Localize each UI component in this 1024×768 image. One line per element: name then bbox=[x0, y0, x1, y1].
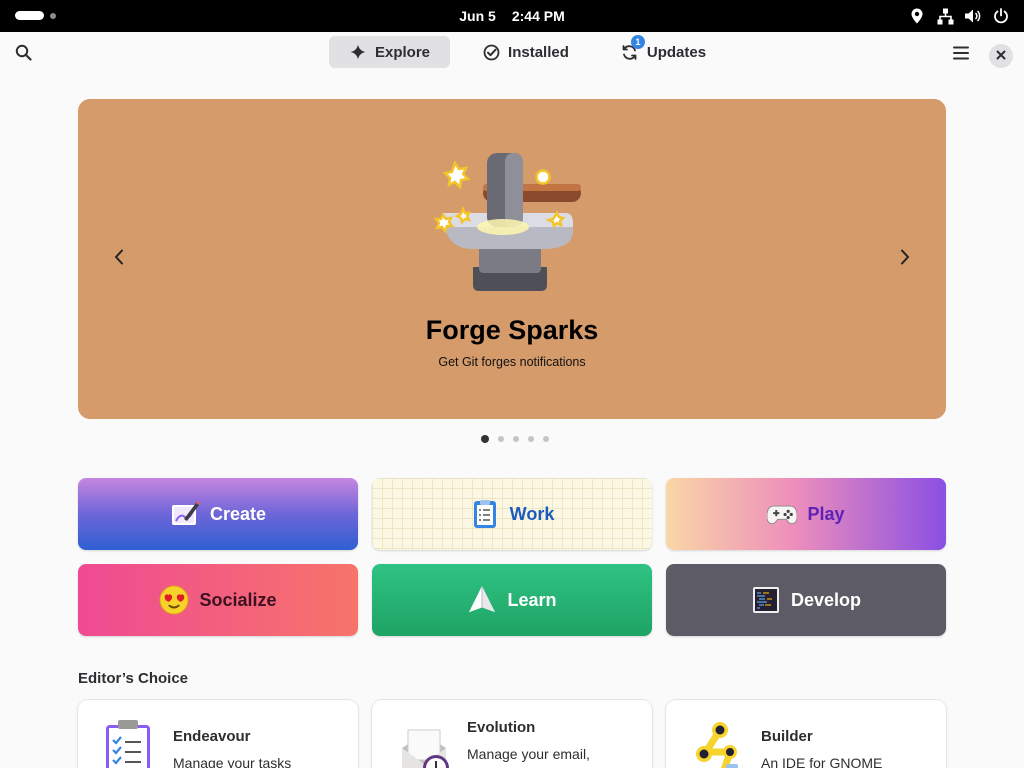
category-develop[interactable]: Develop bbox=[666, 564, 946, 636]
carousel-dot[interactable] bbox=[498, 436, 504, 442]
app-card-builder[interactable]: Builder An IDE for GNOME bbox=[666, 700, 946, 768]
category-develop-label: Develop bbox=[790, 589, 862, 610]
app-description: An IDE for GNOME bbox=[761, 755, 883, 768]
close-icon bbox=[996, 47, 1006, 65]
carousel-dot[interactable] bbox=[528, 436, 534, 442]
carousel-next-button[interactable] bbox=[889, 243, 921, 275]
tab-updates-label: Updates bbox=[646, 43, 707, 61]
network-icon bbox=[936, 7, 954, 25]
workspace-indicator bbox=[50, 13, 56, 19]
builder-icon bbox=[690, 718, 746, 768]
forge-sparks-app-icon bbox=[433, 147, 593, 302]
carousel-dot[interactable] bbox=[543, 436, 549, 442]
category-learn-label: Learn bbox=[507, 589, 557, 610]
emoji-heart-eyes-icon bbox=[159, 585, 189, 615]
editors-choice-heading: Editor’s Choice bbox=[78, 670, 189, 687]
endeavour-icon bbox=[102, 718, 158, 768]
clipboard-icon bbox=[470, 499, 500, 529]
location-icon bbox=[908, 7, 926, 25]
category-work-label: Work bbox=[509, 503, 555, 524]
chevron-left-icon bbox=[114, 249, 124, 270]
app-name: Builder bbox=[761, 728, 813, 745]
search-button[interactable] bbox=[8, 40, 38, 70]
refresh-icon: 1 bbox=[621, 35, 645, 61]
hamburger-menu-icon bbox=[953, 46, 969, 65]
gamepad-icon bbox=[767, 499, 798, 529]
clock-time: 2:44 PM bbox=[511, 8, 565, 24]
sparkle-icon bbox=[349, 43, 367, 61]
clock-date: Jun 5 bbox=[459, 8, 496, 24]
app-description: Manage your tasks bbox=[173, 755, 292, 768]
terminal-icon bbox=[751, 585, 781, 615]
search-icon bbox=[15, 44, 32, 66]
header-bar: Explore Installed 1 Updates bbox=[0, 32, 1024, 78]
carousel-dot[interactable] bbox=[513, 436, 519, 442]
category-work[interactable]: Work bbox=[372, 478, 652, 550]
workspace-active-indicator bbox=[15, 11, 44, 20]
app-description: Manage your email, contacts and schedule bbox=[467, 746, 606, 768]
activities-indicator[interactable] bbox=[15, 11, 59, 21]
carousel-page-indicator bbox=[481, 435, 549, 443]
tab-explore[interactable]: Explore bbox=[329, 36, 451, 68]
system-tray[interactable] bbox=[908, 0, 1010, 32]
top-bar: Jun 5 2:44 PM bbox=[0, 0, 1024, 32]
category-create[interactable]: Create bbox=[78, 478, 358, 550]
tab-updates[interactable]: 1 Updates bbox=[601, 35, 726, 68]
app-card-evolution[interactable]: Evolution Manage your email, contacts an… bbox=[372, 700, 652, 768]
evolution-icon bbox=[396, 718, 452, 768]
featured-app-title: Forge Sparks bbox=[425, 315, 599, 345]
featured-carousel[interactable]: Forge Sparks Get Git forges notification… bbox=[78, 99, 946, 419]
create-icon bbox=[170, 499, 200, 529]
window-close-button[interactable] bbox=[989, 44, 1013, 68]
category-learn[interactable]: Learn bbox=[372, 564, 652, 636]
app-card-endeavour[interactable]: Endeavour Manage your tasks bbox=[78, 700, 358, 768]
view-switcher: Explore Installed 1 Updates bbox=[329, 35, 726, 72]
tab-installed-label: Installed bbox=[508, 43, 569, 61]
main-menu-button[interactable] bbox=[946, 40, 976, 70]
category-socialize[interactable]: Socialize bbox=[78, 564, 358, 636]
clock[interactable]: Jun 5 2:44 PM bbox=[430, 0, 594, 32]
carousel-dot[interactable] bbox=[481, 435, 489, 443]
category-create-label: Create bbox=[209, 503, 267, 524]
category-play[interactable]: Play bbox=[666, 478, 946, 550]
paper-plane-icon bbox=[467, 585, 497, 615]
volume-icon bbox=[964, 7, 982, 25]
app-name: Evolution bbox=[467, 719, 536, 736]
app-name: Endeavour bbox=[173, 728, 251, 745]
checkmark-circle-icon bbox=[482, 43, 500, 61]
tab-explore-label: Explore bbox=[375, 43, 431, 61]
updates-count-badge: 1 bbox=[630, 35, 645, 49]
category-play-label: Play bbox=[807, 503, 845, 524]
power-icon bbox=[992, 7, 1010, 25]
tab-installed[interactable]: Installed bbox=[462, 36, 589, 68]
category-socialize-label: Socialize bbox=[199, 589, 277, 610]
carousel-previous-button[interactable] bbox=[103, 243, 135, 275]
chevron-right-icon bbox=[900, 249, 910, 270]
featured-app-subtitle: Get Git forges notifications bbox=[438, 355, 586, 369]
